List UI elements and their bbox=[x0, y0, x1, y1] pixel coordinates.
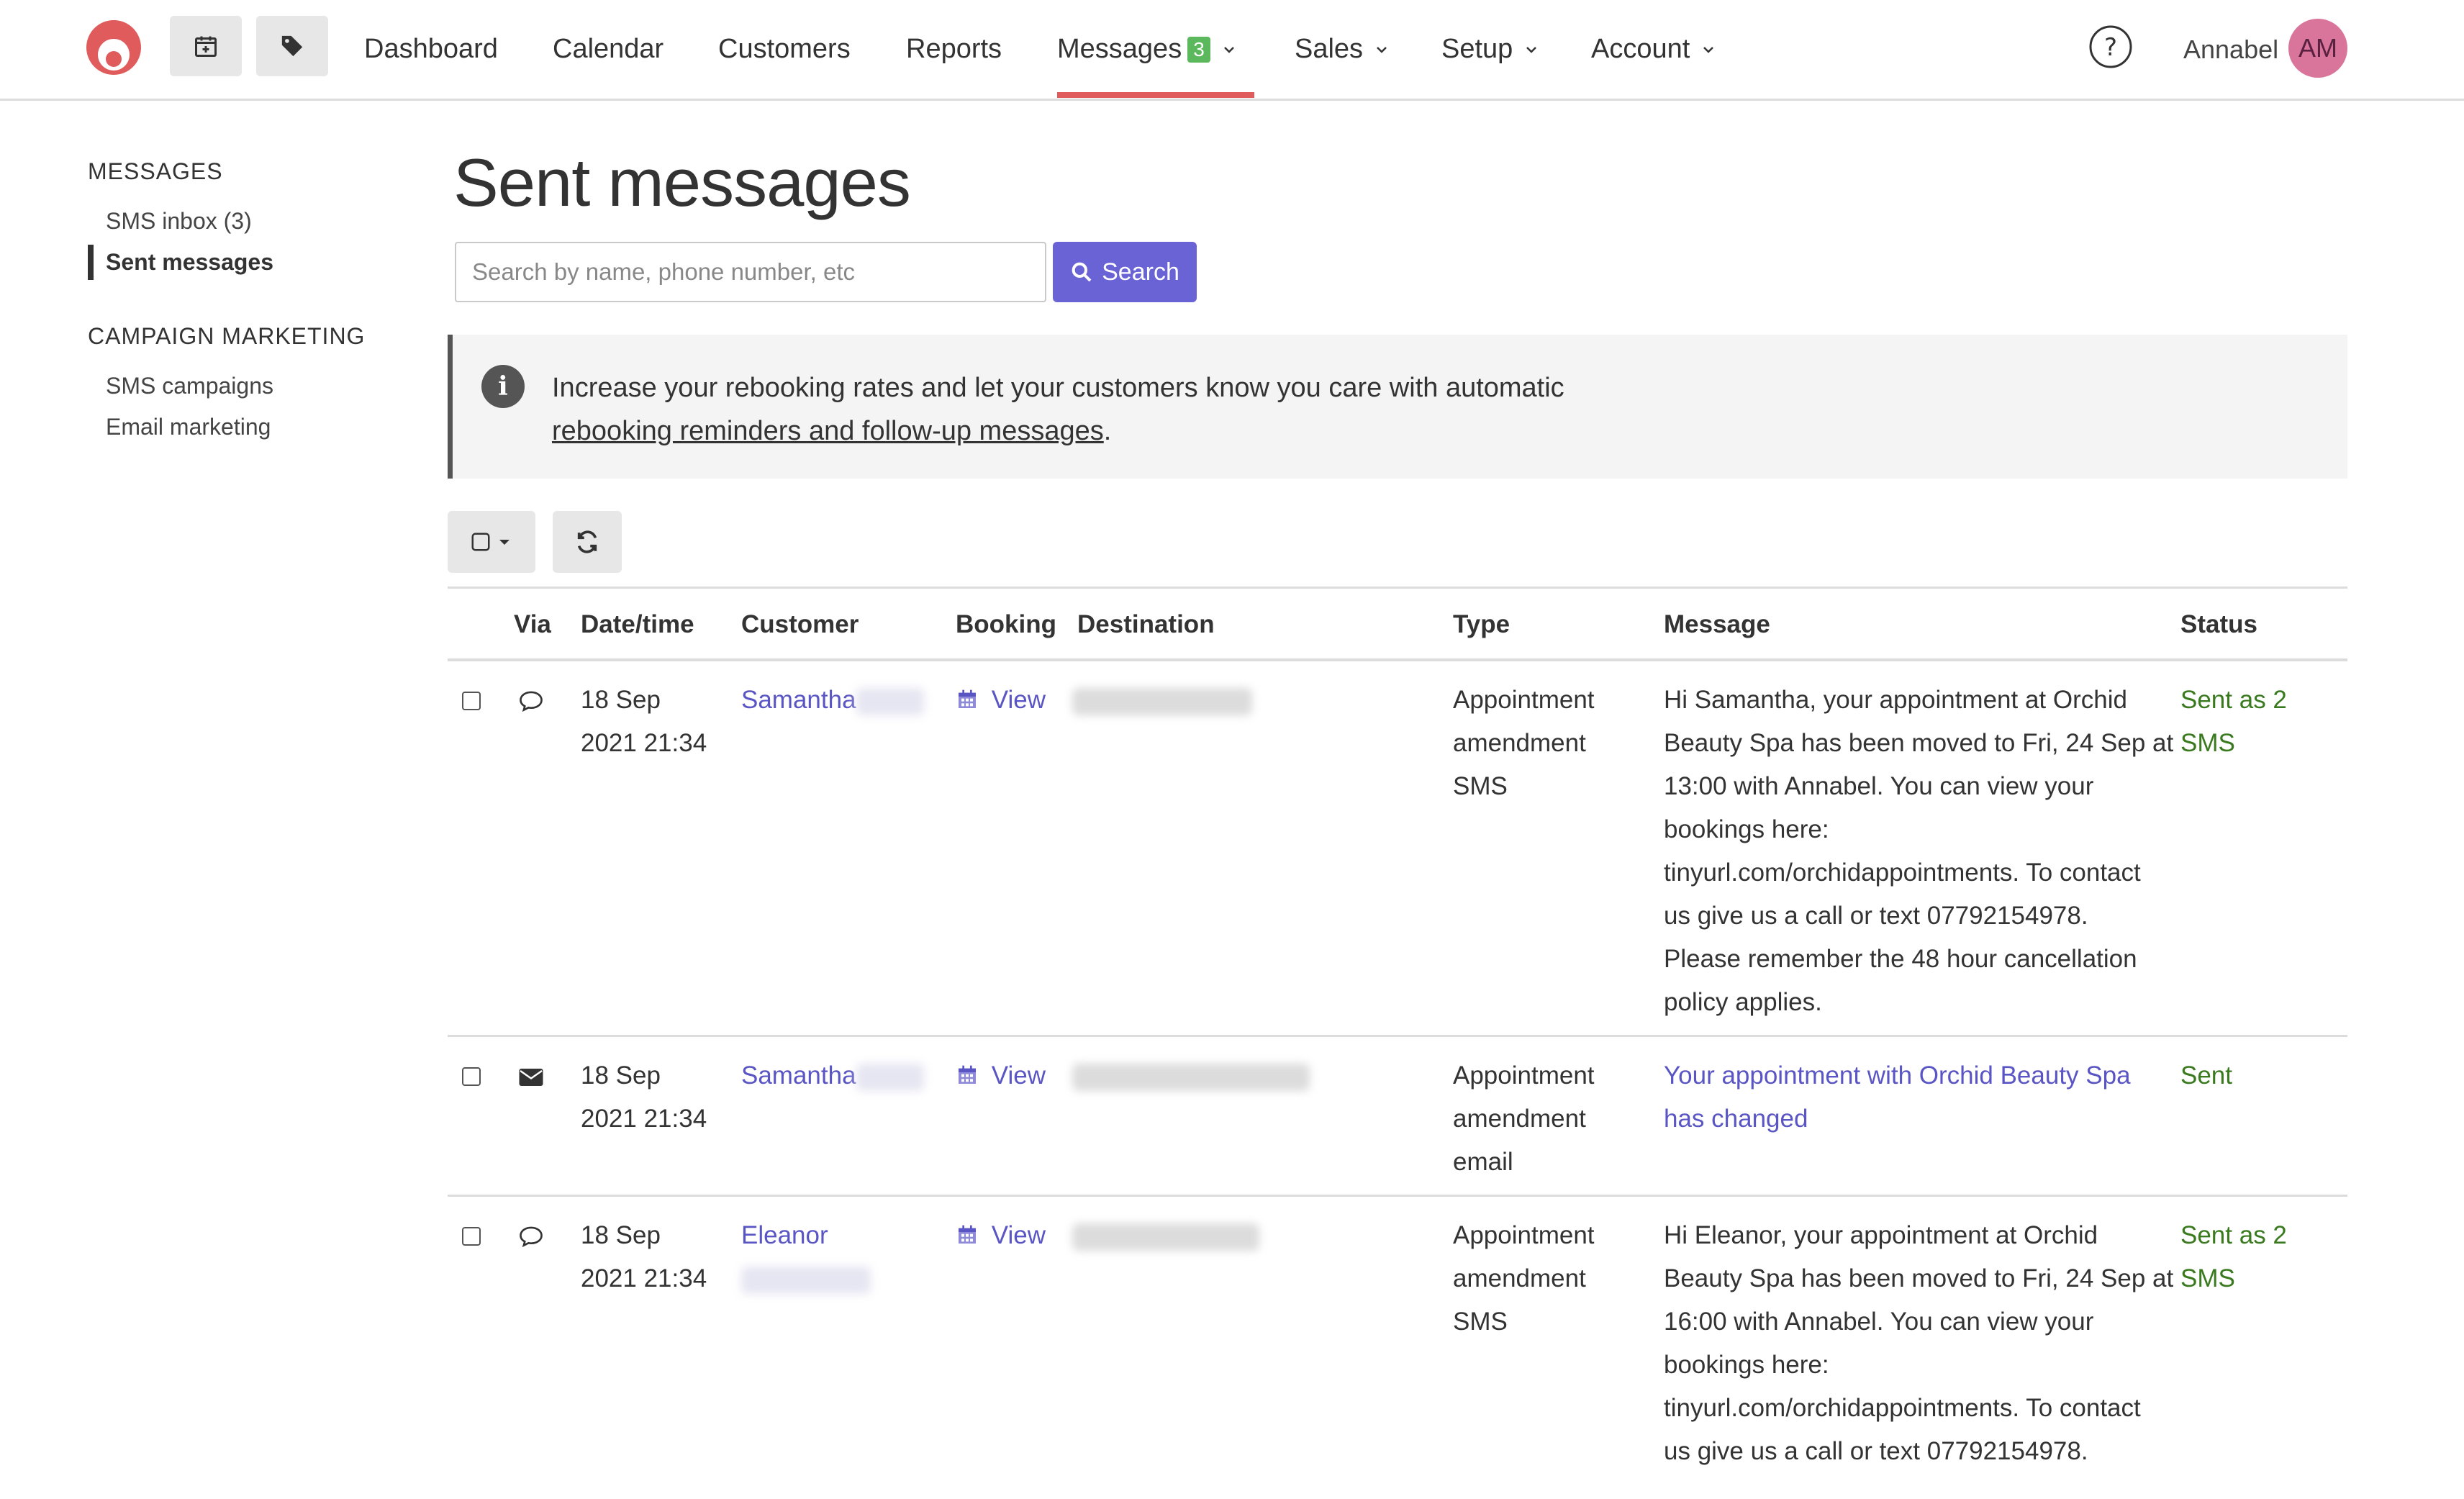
col-via[interactable]: Via bbox=[514, 610, 551, 639]
table-header: Via Date/time Customer Booking Destinati… bbox=[448, 587, 2347, 661]
calendar-plus-icon bbox=[195, 36, 217, 57]
caret-down-icon bbox=[499, 540, 509, 545]
booking-view-link[interactable]: View bbox=[956, 1214, 1046, 1257]
info-banner: i Increase your rebooking rates and let … bbox=[448, 335, 2347, 479]
logo-icon[interactable] bbox=[85, 19, 142, 76]
avatar[interactable]: AM bbox=[2288, 19, 2347, 78]
new-appointment-button[interactable] bbox=[170, 16, 242, 76]
customer-link[interactable]: Eleanor bbox=[741, 1214, 871, 1257]
message-type: Appointment amendment email bbox=[1453, 1061, 1595, 1176]
destination-redacted bbox=[1072, 679, 1252, 722]
booking-view-link[interactable]: View bbox=[956, 1054, 1046, 1097]
calendar-icon bbox=[959, 1225, 976, 1244]
message-type: Appointment amendment SMS bbox=[1453, 1221, 1595, 1336]
chevron-down-icon bbox=[1377, 46, 1387, 53]
chevron-down-icon bbox=[1223, 46, 1234, 53]
sent-messages-table: Via Date/time Customer Booking Destinati… bbox=[448, 587, 2347, 1499]
message-text: Hi Samantha, your appointment at Orchid … bbox=[1664, 686, 2174, 1016]
status-badge: Sent bbox=[2180, 1061, 2232, 1090]
calendar-icon bbox=[959, 1065, 976, 1084]
rebooking-reminders-link[interactable]: rebooking reminders and follow-up messag… bbox=[552, 416, 1104, 446]
sms-icon bbox=[520, 691, 543, 712]
nav-customers[interactable]: Customers bbox=[718, 0, 851, 99]
row-time: 2021 21:34 bbox=[581, 729, 707, 757]
redacted-surname bbox=[856, 687, 924, 715]
info-icon: i bbox=[481, 365, 525, 408]
message-text: Hi Eleanor, your appointment at Orchid B… bbox=[1664, 1221, 2174, 1465]
col-customer[interactable]: Customer bbox=[741, 610, 859, 639]
col-datetime[interactable]: Date/time bbox=[581, 610, 694, 639]
nav-setup[interactable]: Setup bbox=[1441, 0, 1540, 99]
tag-icon bbox=[281, 35, 303, 57]
col-booking[interactable]: Booking bbox=[956, 610, 1056, 639]
sidebar-item-sent-messages[interactable]: Sent messages bbox=[88, 245, 404, 280]
col-destination[interactable]: Destination bbox=[1077, 610, 1215, 639]
col-message[interactable]: Message bbox=[1664, 610, 1770, 639]
row-checkbox[interactable] bbox=[462, 1067, 481, 1086]
nav-account[interactable]: Account bbox=[1591, 0, 1717, 99]
new-sale-button[interactable] bbox=[256, 16, 328, 76]
top-navigation: Dashboard Calendar Customers Reports Mes… bbox=[0, 0, 2464, 101]
search-button[interactable]: Search bbox=[1053, 242, 1197, 302]
nav-active-indicator bbox=[1057, 92, 1254, 98]
row-date: 18 Sep bbox=[581, 686, 661, 714]
nav-sales[interactable]: Sales bbox=[1295, 0, 1390, 99]
row-time: 2021 21:34 bbox=[581, 1105, 707, 1133]
destination-redacted bbox=[1072, 1214, 1259, 1257]
chevron-down-icon bbox=[1703, 46, 1714, 53]
sidebar-heading-campaign-marketing: CAMPAIGN MARKETING bbox=[88, 323, 366, 349]
table-row: 18 Sep 2021 21:34 Samantha View Appointm… bbox=[448, 661, 2347, 1037]
table-row: 18 Sep 2021 21:34 Eleanor View Appointme… bbox=[448, 1197, 2347, 1499]
help-icon[interactable]: ? bbox=[2088, 24, 2133, 69]
message-type: Appointment amendment SMS bbox=[1453, 686, 1595, 800]
redacted-surname bbox=[741, 1266, 871, 1294]
search-input[interactable] bbox=[455, 242, 1046, 302]
sidebar-heading-messages: MESSAGES bbox=[88, 158, 223, 184]
redacted-surname bbox=[856, 1063, 924, 1091]
email-subject-link[interactable]: Your appointment with Orchid Beauty Spa … bbox=[1664, 1054, 2131, 1141]
customer-link[interactable]: Samantha bbox=[741, 686, 856, 714]
nav-messages[interactable]: Messages 3 bbox=[1057, 0, 1238, 99]
user-name[interactable]: Annabel bbox=[2183, 0, 2278, 99]
chevron-down-icon bbox=[1526, 46, 1537, 53]
email-icon bbox=[519, 1069, 543, 1086]
checkbox-icon bbox=[471, 533, 490, 551]
refresh-icon bbox=[577, 530, 597, 553]
col-type[interactable]: Type bbox=[1453, 610, 1510, 639]
customer-link[interactable]: Samantha bbox=[741, 1061, 856, 1090]
row-date: 18 Sep bbox=[581, 1061, 661, 1090]
refresh-button[interactable] bbox=[553, 511, 622, 573]
sms-icon bbox=[520, 1226, 543, 1248]
nav-dashboard[interactable]: Dashboard bbox=[364, 0, 498, 99]
select-dropdown-button[interactable] bbox=[448, 511, 535, 573]
sidebar-item-sms-inbox[interactable]: SMS inbox (3) bbox=[88, 204, 404, 239]
svg-text:?: ? bbox=[2104, 33, 2117, 62]
page-title: Sent messages bbox=[453, 145, 911, 220]
nav-calendar[interactable]: Calendar bbox=[553, 0, 663, 99]
row-date: 18 Sep bbox=[581, 1221, 661, 1249]
messages-count-badge: 3 bbox=[1187, 36, 1210, 63]
row-checkbox[interactable] bbox=[462, 692, 481, 710]
row-checkbox[interactable] bbox=[462, 1227, 481, 1246]
col-status[interactable]: Status bbox=[2180, 610, 2257, 639]
search-icon bbox=[1072, 262, 1092, 282]
sidebar: MESSAGES SMS inbox (3) Sent messages CAM… bbox=[88, 158, 404, 445]
row-time: 2021 21:34 bbox=[581, 1264, 707, 1292]
sidebar-item-sms-campaigns[interactable]: SMS campaigns bbox=[88, 368, 404, 404]
sidebar-item-email-marketing[interactable]: Email marketing bbox=[88, 409, 404, 445]
table-row: 18 Sep 2021 21:34 Samantha View Appointm… bbox=[448, 1037, 2347, 1197]
info-text: Increase your rebooking rates and let yo… bbox=[552, 373, 1564, 446]
booking-view-link[interactable]: View bbox=[956, 679, 1046, 722]
status-badge: Sent as 2 SMS bbox=[2180, 686, 2287, 757]
nav-reports[interactable]: Reports bbox=[906, 0, 1002, 99]
calendar-icon bbox=[959, 689, 976, 708]
destination-redacted bbox=[1072, 1054, 1310, 1097]
status-badge: Sent as 2 SMS bbox=[2180, 1221, 2287, 1292]
